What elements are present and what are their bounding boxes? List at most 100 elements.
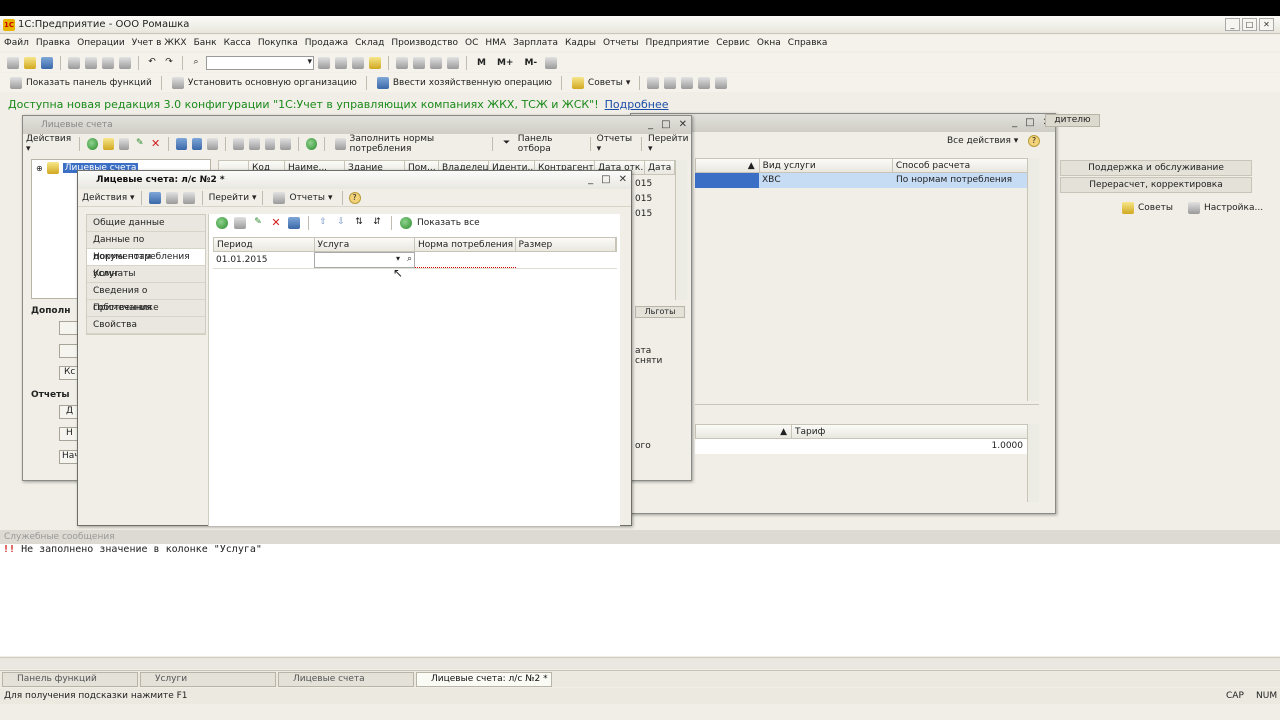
open-icon[interactable] — [24, 56, 36, 69]
form-help-icon[interactable]: ? — [348, 192, 361, 204]
calendar-icon[interactable] — [413, 56, 425, 69]
col-removal-date[interactable]: ата сняти — [635, 346, 675, 366]
messages-hscrollbar[interactable] — [0, 657, 1280, 669]
accounts-goto-button[interactable]: Перейти ▾ — [648, 134, 691, 154]
delete-row-icon[interactable]: ✕ — [270, 217, 282, 229]
memory-minus-button[interactable]: M- — [524, 58, 537, 68]
menu-operations[interactable]: Операции — [77, 38, 125, 48]
calc-icon[interactable] — [396, 56, 408, 69]
copy-row-icon[interactable] — [234, 217, 246, 229]
maximize-button[interactable]: □ — [1242, 18, 1257, 31]
paste-icon[interactable] — [102, 56, 114, 69]
menu-purchase[interactable]: Покупка — [258, 38, 298, 48]
enter-operation-button[interactable]: Ввести хозяйственную операцию — [373, 75, 555, 90]
side-tips-button[interactable]: Советы — [1118, 200, 1176, 215]
undo-icon[interactable]: ↶ — [146, 57, 158, 69]
report-button[interactable]: Н — [59, 427, 79, 441]
table-icon[interactable] — [664, 76, 677, 89]
menu-help[interactable]: Справка — [788, 38, 828, 48]
menu-intangibles[interactable]: НМА — [485, 38, 506, 48]
cell-norm[interactable] — [415, 252, 516, 268]
menu-enterprise[interactable]: Предприятие — [646, 38, 710, 48]
service-settings-maximize[interactable]: □ — [1025, 114, 1034, 132]
menu-production[interactable]: Производство — [391, 38, 458, 48]
tools-icon[interactable] — [545, 56, 558, 69]
menu-warehouse[interactable]: Склад — [355, 38, 384, 48]
menu-file[interactable]: Файл — [4, 38, 29, 48]
menu-edit[interactable]: Правка — [36, 38, 70, 48]
refresh-icon[interactable] — [400, 217, 412, 229]
side-button[interactable] — [59, 321, 79, 335]
col-calc-method[interactable]: Способ расчета — [893, 159, 1028, 172]
filter-panel-button[interactable]: ⏷ Панель отбора — [499, 134, 584, 154]
copy-record-icon[interactable] — [182, 192, 195, 204]
memory-plus-button[interactable]: M+ — [497, 58, 514, 68]
windows-icon[interactable] — [352, 56, 364, 69]
preview-icon[interactable] — [447, 56, 459, 69]
accounts-scrollbar[interactable] — [675, 160, 687, 300]
new-icon[interactable] — [7, 56, 19, 69]
sort-arrow-icon[interactable]: ▲ — [696, 159, 760, 172]
error-message[interactable]: Не заполнено значение в колонке "Услуга" — [21, 544, 262, 555]
task-account-form[interactable]: Лицевые счета: л/с №2 * — [416, 672, 552, 687]
add-icon[interactable] — [87, 137, 98, 150]
move-up-icon[interactable]: ⇧ — [317, 217, 329, 229]
form-minimize[interactable]: _ — [588, 171, 593, 189]
filter-icon[interactable] — [233, 137, 244, 150]
tab-rooms[interactable]: Комнаты — [87, 266, 205, 283]
filter-list-icon[interactable] — [264, 137, 276, 150]
menu-staff[interactable]: Кадры — [565, 38, 596, 48]
col-service-type[interactable]: Вид услуги — [760, 159, 893, 172]
menu-sale[interactable]: Продажа — [305, 38, 348, 48]
all-actions-button[interactable]: Все действия ▾ — [947, 136, 1018, 146]
col-service[interactable]: Услуга — [315, 238, 415, 251]
report-button[interactable]: Нач — [59, 450, 80, 464]
hierarchy-icon[interactable] — [175, 137, 187, 150]
memory-button[interactable]: M — [477, 58, 486, 68]
cell-date[interactable]: 015 — [635, 177, 675, 192]
add-row-icon[interactable] — [216, 217, 228, 229]
tab-consumption-norms[interactable]: Нормы потребления услуг — [87, 249, 205, 279]
report-icon[interactable] — [715, 76, 728, 89]
menu-cash[interactable]: Касса — [224, 38, 251, 48]
update-details-link[interactable]: Подробнее — [605, 98, 669, 111]
tips-button[interactable]: Советы ▾ — [568, 75, 634, 90]
edit-icon[interactable]: ✎ — [134, 138, 145, 150]
tab-recalc[interactable]: Перерасчет, корректировка — [1060, 177, 1252, 193]
side-settings-button[interactable]: Настройка... — [1184, 200, 1266, 215]
menu-salary[interactable]: Зарплата — [513, 38, 558, 48]
task-functions-panel[interactable]: Панель функций — [2, 672, 138, 687]
side-button[interactable] — [59, 344, 79, 358]
delete-icon[interactable]: ✕ — [150, 138, 161, 150]
minimize-button[interactable]: _ — [1225, 18, 1240, 31]
delete-icon[interactable] — [119, 56, 131, 69]
filter-value-icon[interactable] — [248, 137, 260, 150]
show-all-button[interactable]: Показать все — [417, 218, 480, 228]
find-next-icon[interactable] — [318, 56, 330, 69]
tab-properties[interactable]: Свойства — [87, 317, 205, 334]
reread-icon[interactable] — [165, 192, 178, 204]
add-group-icon[interactable] — [102, 137, 114, 150]
form-close[interactable]: ✕ — [619, 171, 627, 189]
col-date[interactable]: Дата — [645, 161, 675, 174]
open-search-icon[interactable]: ⌕ — [407, 254, 412, 264]
show-functions-panel-button[interactable]: Показать панель функций — [6, 75, 155, 90]
menu-bank[interactable]: Банк — [194, 38, 217, 48]
tab-responsible[interactable]: дителю — [1045, 114, 1100, 127]
expand-icon[interactable]: ⊕ — [36, 164, 43, 173]
tab-benefits[interactable]: Льготы — [635, 306, 685, 318]
journal-icon[interactable] — [647, 76, 660, 89]
tariff-scrollbar[interactable] — [1027, 424, 1039, 502]
accounts-close[interactable]: ✕ — [679, 116, 687, 134]
services-scrollbar[interactable] — [1027, 158, 1039, 401]
tree-icon[interactable] — [207, 137, 219, 150]
cut-icon[interactable] — [68, 56, 80, 69]
col-period[interactable]: Период — [214, 238, 315, 251]
tab-owner[interactable]: Сведения о собственнике — [87, 283, 205, 313]
accounts-minimize[interactable]: _ — [648, 116, 653, 134]
col-norm[interactable]: Норма потребления — [415, 238, 516, 251]
tab-documents[interactable]: Данные по документам — [87, 232, 205, 262]
form-actions-button[interactable]: Действия ▾ — [82, 193, 135, 203]
cell-size[interactable] — [516, 252, 617, 268]
side-button[interactable]: Кс — [59, 366, 79, 380]
